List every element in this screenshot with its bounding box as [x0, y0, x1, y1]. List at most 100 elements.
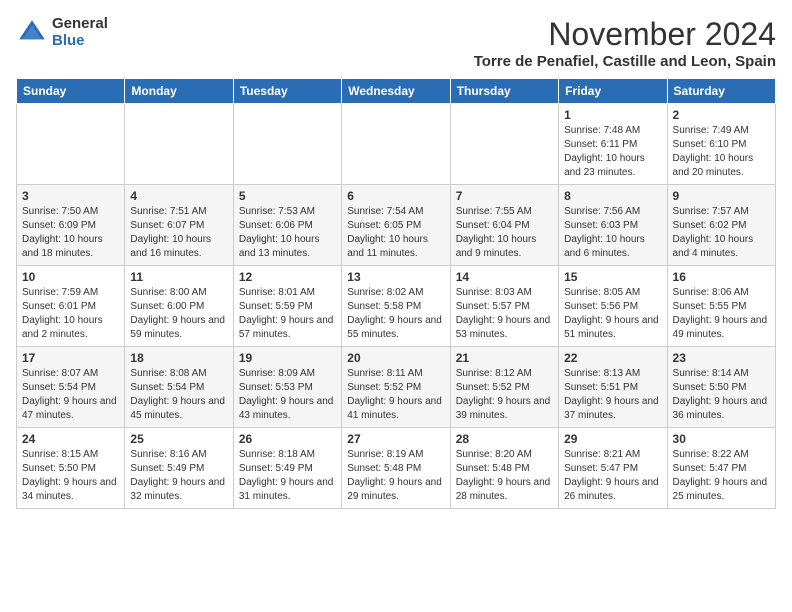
calendar-cell	[342, 104, 450, 185]
calendar-cell: 15Sunrise: 8:05 AM Sunset: 5:56 PM Dayli…	[559, 266, 667, 347]
day-info: Sunrise: 7:53 AM Sunset: 6:06 PM Dayligh…	[239, 205, 336, 261]
calendar-cell: 3Sunrise: 7:50 AM Sunset: 6:09 PM Daylig…	[17, 185, 125, 266]
day-number: 14	[456, 270, 553, 284]
calendar-cell: 21 Sunrise: 8:12 AM Sunset: 5:52 PM Dayli…	[450, 347, 558, 428]
day-number: 27	[347, 432, 444, 446]
day-number: 16	[673, 270, 770, 284]
day-info: Sunrise: 8:00 AM Sunset: 6:00 PM Dayligh…	[130, 286, 227, 342]
page-header: General Blue November 2024 Torre de Pena…	[16, 16, 776, 70]
calendar-cell: 14 Sunrise: 8:03 AM Sunset: 5:57 PM Dayli…	[450, 266, 558, 347]
calendar-cell: 30 Sunrise: 8:22 AM Sunset: 5:47 PM Dayli…	[667, 428, 775, 509]
calendar-cell: 9Sunrise: 7:57 AM Sunset: 6:02 PM Daylig…	[667, 185, 775, 266]
location-title: Torre de Penafiel, Castille and Leon, Sp…	[474, 53, 776, 70]
day-info: Sunrise: 8:08 AM Sunset: 5:54 PM Dayligh…	[130, 367, 227, 423]
day-number: 11	[130, 270, 227, 284]
day-header-monday: Monday	[125, 79, 233, 104]
day-info: Sunrise: 7:54 AM Sunset: 6:05 PM Dayligh…	[347, 205, 444, 261]
day-header-tuesday: Tuesday	[233, 79, 341, 104]
day-info: Sunrise: 8:22 AM Sunset: 5:47 PM Dayligh…	[673, 448, 770, 504]
calendar-cell: 24Sunrise: 8:15 AM Sunset: 5:50 PM Dayli…	[17, 428, 125, 509]
calendar-week-row: 3Sunrise: 7:50 AM Sunset: 6:09 PM Daylig…	[17, 185, 776, 266]
calendar-cell: 1 Sunrise: 7:48 AM Sunset: 6:11 PM Daylig…	[559, 104, 667, 185]
logo-text: General Blue	[52, 16, 108, 49]
day-number: 1	[564, 108, 661, 122]
day-header-friday: Friday	[559, 79, 667, 104]
day-number: 26	[239, 432, 336, 446]
day-number: 4	[130, 189, 227, 203]
calendar-cell: 23 Sunrise: 8:14 AM Sunset: 5:50 PM Dayli…	[667, 347, 775, 428]
day-info: Sunrise: 7:49 AM Sunset: 6:10 PM Dayligh…	[673, 124, 770, 180]
day-number: 7	[456, 189, 553, 203]
calendar-cell: 29Sunrise: 8:21 AM Sunset: 5:47 PM Dayli…	[559, 428, 667, 509]
calendar-cell: 28 Sunrise: 8:20 AM Sunset: 5:48 PM Dayli…	[450, 428, 558, 509]
calendar-cell: 27 Sunrise: 8:19 AM Sunset: 5:48 PM Dayli…	[342, 428, 450, 509]
day-number: 28	[456, 432, 553, 446]
day-number: 13	[347, 270, 444, 284]
month-title: November 2024	[474, 16, 776, 53]
calendar-cell: 8Sunrise: 7:56 AM Sunset: 6:03 PM Daylig…	[559, 185, 667, 266]
day-info: Sunrise: 7:55 AM Sunset: 6:04 PM Dayligh…	[456, 205, 553, 261]
day-number: 18	[130, 351, 227, 365]
calendar-cell: 17 Sunrise: 8:07 AM Sunset: 5:54 PM Dayli…	[17, 347, 125, 428]
day-number: 20	[347, 351, 444, 365]
day-number: 30	[673, 432, 770, 446]
calendar-cell: 4 Sunrise: 7:51 AM Sunset: 6:07 PM Daylig…	[125, 185, 233, 266]
day-info: Sunrise: 8:15 AM Sunset: 5:50 PM Dayligh…	[22, 448, 119, 504]
day-info: Sunrise: 8:03 AM Sunset: 5:57 PM Dayligh…	[456, 286, 553, 342]
calendar-cell: 20 Sunrise: 8:11 AM Sunset: 5:52 PM Dayli…	[342, 347, 450, 428]
day-info: Sunrise: 8:18 AM Sunset: 5:49 PM Dayligh…	[239, 448, 336, 504]
calendar-cell	[233, 104, 341, 185]
day-number: 12	[239, 270, 336, 284]
calendar-week-row: 17 Sunrise: 8:07 AM Sunset: 5:54 PM Dayli…	[17, 347, 776, 428]
calendar-cell: 11 Sunrise: 8:00 AM Sunset: 6:00 PM Dayli…	[125, 266, 233, 347]
day-number: 17	[22, 351, 119, 365]
day-header-sunday: Sunday	[17, 79, 125, 104]
day-number: 23	[673, 351, 770, 365]
day-info: Sunrise: 8:16 AM Sunset: 5:49 PM Dayligh…	[130, 448, 227, 504]
day-number: 19	[239, 351, 336, 365]
day-info: Sunrise: 8:19 AM Sunset: 5:48 PM Dayligh…	[347, 448, 444, 504]
calendar-cell: 7 Sunrise: 7:55 AM Sunset: 6:04 PM Daylig…	[450, 185, 558, 266]
logo-icon	[16, 17, 48, 49]
calendar-cell: 16 Sunrise: 8:06 AM Sunset: 5:55 PM Dayli…	[667, 266, 775, 347]
calendar-cell: 22Sunrise: 8:13 AM Sunset: 5:51 PM Dayli…	[559, 347, 667, 428]
day-number: 22	[564, 351, 661, 365]
day-info: Sunrise: 8:14 AM Sunset: 5:50 PM Dayligh…	[673, 367, 770, 423]
day-number: 21	[456, 351, 553, 365]
day-number: 25	[130, 432, 227, 446]
day-header-wednesday: Wednesday	[342, 79, 450, 104]
day-info: Sunrise: 8:01 AM Sunset: 5:59 PM Dayligh…	[239, 286, 336, 342]
day-info: Sunrise: 8:12 AM Sunset: 5:52 PM Dayligh…	[456, 367, 553, 423]
day-number: 5	[239, 189, 336, 203]
day-info: Sunrise: 8:11 AM Sunset: 5:52 PM Dayligh…	[347, 367, 444, 423]
calendar-week-row: 24Sunrise: 8:15 AM Sunset: 5:50 PM Dayli…	[17, 428, 776, 509]
day-info: Sunrise: 8:02 AM Sunset: 5:58 PM Dayligh…	[347, 286, 444, 342]
logo-general: General	[52, 16, 108, 33]
day-info: Sunrise: 7:56 AM Sunset: 6:03 PM Dayligh…	[564, 205, 661, 261]
day-info: Sunrise: 8:20 AM Sunset: 5:48 PM Dayligh…	[456, 448, 553, 504]
day-info: Sunrise: 8:07 AM Sunset: 5:54 PM Dayligh…	[22, 367, 119, 423]
calendar-cell: 18 Sunrise: 8:08 AM Sunset: 5:54 PM Dayli…	[125, 347, 233, 428]
day-info: Sunrise: 8:09 AM Sunset: 5:53 PM Dayligh…	[239, 367, 336, 423]
calendar-cell: 10Sunrise: 7:59 AM Sunset: 6:01 PM Dayli…	[17, 266, 125, 347]
day-info: Sunrise: 7:48 AM Sunset: 6:11 PM Dayligh…	[564, 124, 661, 180]
calendar-cell: 13 Sunrise: 8:02 AM Sunset: 5:58 PM Dayli…	[342, 266, 450, 347]
day-number: 6	[347, 189, 444, 203]
day-info: Sunrise: 7:50 AM Sunset: 6:09 PM Dayligh…	[22, 205, 119, 261]
calendar-week-row: 10Sunrise: 7:59 AM Sunset: 6:01 PM Dayli…	[17, 266, 776, 347]
day-header-saturday: Saturday	[667, 79, 775, 104]
day-number: 2	[673, 108, 770, 122]
calendar-cell: 25 Sunrise: 8:16 AM Sunset: 5:49 PM Dayli…	[125, 428, 233, 509]
calendar-cell	[125, 104, 233, 185]
day-info: Sunrise: 8:06 AM Sunset: 5:55 PM Dayligh…	[673, 286, 770, 342]
calendar-cell	[450, 104, 558, 185]
day-info: Sunrise: 8:05 AM Sunset: 5:56 PM Dayligh…	[564, 286, 661, 342]
calendar-week-row: 1 Sunrise: 7:48 AM Sunset: 6:11 PM Daylig…	[17, 104, 776, 185]
day-info: Sunrise: 7:59 AM Sunset: 6:01 PM Dayligh…	[22, 286, 119, 342]
logo: General Blue	[16, 16, 108, 49]
calendar-cell: 26 Sunrise: 8:18 AM Sunset: 5:49 PM Dayli…	[233, 428, 341, 509]
calendar-cell: 12 Sunrise: 8:01 AM Sunset: 5:59 PM Dayli…	[233, 266, 341, 347]
logo-blue: Blue	[52, 33, 108, 50]
day-info: Sunrise: 7:51 AM Sunset: 6:07 PM Dayligh…	[130, 205, 227, 261]
day-number: 29	[564, 432, 661, 446]
